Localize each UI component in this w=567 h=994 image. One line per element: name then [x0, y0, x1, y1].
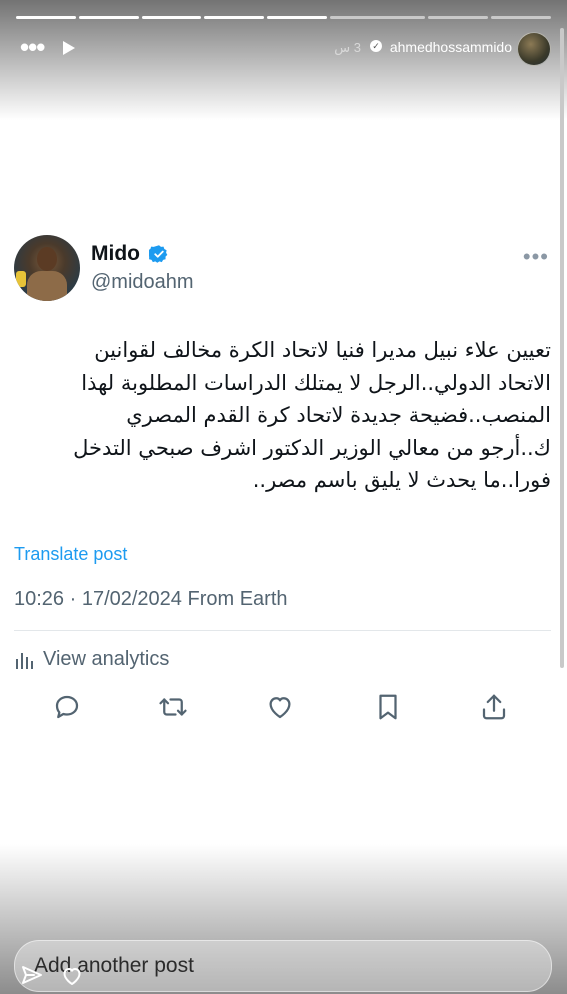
scrollbar[interactable] [560, 28, 564, 668]
verified-badge-icon [149, 245, 168, 263]
share-button[interactable] [479, 692, 511, 724]
bookmark-button[interactable] [373, 692, 405, 724]
progress-segment [267, 16, 327, 19]
more-horizontal-icon[interactable]: ••• [20, 34, 45, 60]
story-username[interactable]: ahmedhossammido [390, 39, 512, 55]
tweet-avatar[interactable] [14, 235, 80, 301]
story-header: ••• 3 س ✓ ahmedhossammido [0, 30, 567, 66]
progress-segment [204, 16, 265, 19]
tweet-actions [0, 692, 567, 728]
progress-segment [491, 16, 551, 19]
more-options-icon[interactable]: ••• [523, 244, 549, 270]
play-icon[interactable] [62, 40, 76, 56]
post-timestamp: 10:26 · 17/02/2024 From Earth [14, 588, 288, 610]
repost-button[interactable] [158, 692, 190, 724]
progress-segment [16, 16, 76, 19]
reply-placeholder: Add another post [34, 954, 194, 977]
send-icon[interactable] [20, 964, 44, 988]
heart-icon[interactable] [60, 964, 84, 988]
progress-segment [141, 16, 202, 19]
display-name[interactable]: Mido [91, 242, 140, 266]
translate-post-link[interactable]: Translate post [14, 544, 127, 565]
tweet-text: تعيين علاء نبيل مديرا فنيا لاتحاد الكرة … [73, 338, 551, 492]
story-time: 3 س [334, 40, 361, 55]
avatar[interactable] [517, 32, 551, 66]
progress-segment [78, 16, 139, 19]
user-handle[interactable]: @midoahm [91, 271, 194, 294]
reply-button[interactable] [52, 692, 84, 724]
progress-segment [428, 16, 489, 19]
view-analytics-label: View analytics [43, 648, 170, 670]
repost-icon [159, 698, 187, 716]
like-icon [269, 697, 291, 719]
like-button[interactable] [265, 692, 297, 724]
analytics-icon [16, 652, 33, 669]
verified-icon: ✓ [370, 40, 382, 52]
view-analytics-link[interactable]: View analytics [14, 648, 169, 671]
share-icon [482, 694, 506, 720]
progress-segment-current [329, 16, 426, 19]
divider [14, 630, 551, 631]
bookmark-icon [379, 694, 397, 720]
reply-icon [55, 695, 79, 719]
story-progress [16, 16, 551, 19]
